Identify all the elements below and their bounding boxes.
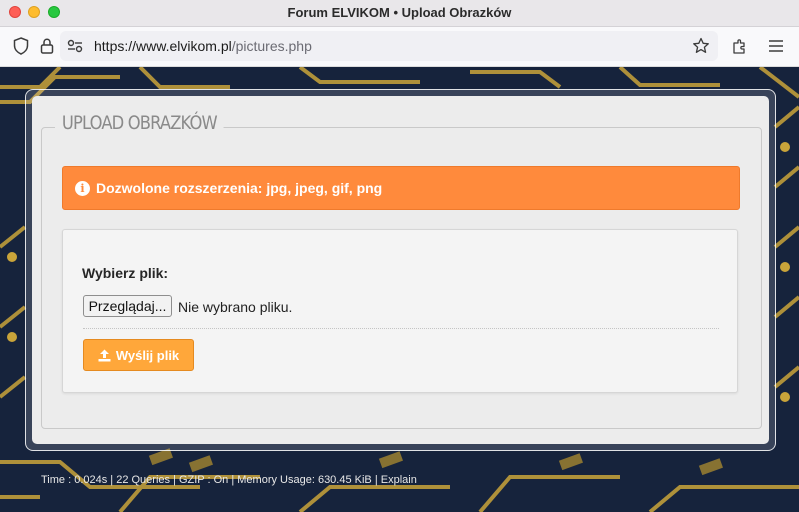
fieldset-legend: UPLOAD OBRAZKÓW — [55, 112, 224, 134]
browser-toolbar: https://www.elvikom.pl/pictures.php — [0, 27, 799, 67]
upload-form: Wybierz plik: Przeglądaj... Nie wybrano … — [62, 229, 738, 393]
info-icon: i — [75, 180, 90, 196]
alert-text: Dozwolone rozszerzenia: jpg, jpeg, gif, … — [96, 180, 383, 196]
window-title: Forum ELVIKOM • Upload Obrazków — [287, 5, 512, 20]
debug-footer: Time : 0.024s | 22 Queries | GZIP : On |… — [41, 474, 417, 486]
allowed-extensions-alert: i Dozwolone rozszerzenia: jpg, jpeg, gif… — [62, 166, 740, 210]
url-path: /pictures.php — [231, 38, 312, 54]
menu-icon[interactable] — [767, 37, 785, 55]
page-viewport: UPLOAD OBRAZKÓW i Dozwolone rozszerzenia… — [0, 67, 799, 512]
shield-icon[interactable] — [12, 37, 30, 55]
page-permissions-icon[interactable] — [66, 37, 84, 55]
lock-icon[interactable] — [38, 37, 56, 55]
window-titlebar: Forum ELVIKOM • Upload Obrazków — [0, 0, 799, 27]
form-divider — [83, 328, 719, 329]
browse-file-button[interactable]: Przeglądaj... — [83, 295, 172, 317]
submit-label: Wyślij plik — [115, 347, 180, 363]
upload-icon — [98, 349, 111, 361]
submit-upload-button[interactable]: Wyślij plik — [83, 339, 194, 371]
url-text[interactable]: https://www.elvikom.pl/pictures.php — [94, 38, 312, 54]
upload-panel-frame: UPLOAD OBRAZKÓW i Dozwolone rozszerzenia… — [25, 89, 776, 451]
file-status-text: Nie wybrano pliku. — [178, 299, 293, 315]
file-label: Wybierz plik: — [82, 265, 169, 281]
url-host: https://www.elvikom.pl — [94, 38, 232, 54]
upload-panel: UPLOAD OBRAZKÓW i Dozwolone rozszerzenia… — [32, 96, 769, 444]
bookmark-star-icon[interactable] — [692, 37, 710, 55]
extensions-icon[interactable] — [731, 37, 749, 55]
